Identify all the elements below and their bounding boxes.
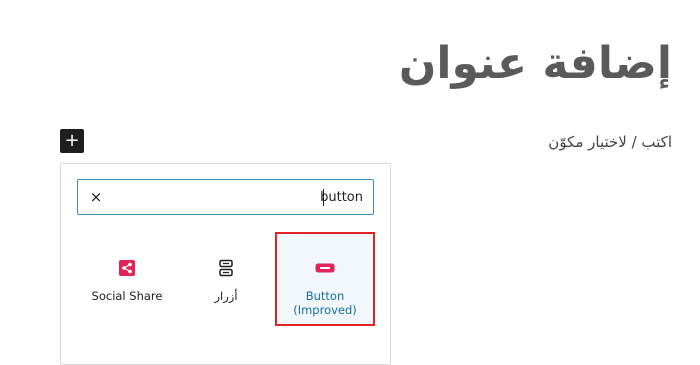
block-search-input[interactable] [163,187,363,207]
button-improved-icon [313,256,337,280]
share-icon [115,256,139,280]
block-item-label: Social Share [91,289,163,303]
buttons-icon [214,256,238,280]
block-item-buttons[interactable]: أزرار [177,234,275,326]
text-cursor [323,189,324,206]
block-item-label: أزرار [214,289,238,303]
close-icon[interactable]: × [88,188,104,206]
plus-icon: + [64,130,80,151]
block-placeholder[interactable]: اكتب / لاختيار مكوّن [548,133,672,151]
block-inserter-popover: × Social Share أزرار [60,163,391,365]
post-title[interactable]: إضافة عنوان [399,38,672,91]
add-block-button[interactable]: + [60,129,84,153]
block-item-button-improved[interactable]: Button (Improved) [275,232,375,326]
block-search-field: × [77,179,374,215]
block-item-social-share[interactable]: Social Share [78,234,176,326]
block-item-label: Button (Improved) [293,289,357,317]
